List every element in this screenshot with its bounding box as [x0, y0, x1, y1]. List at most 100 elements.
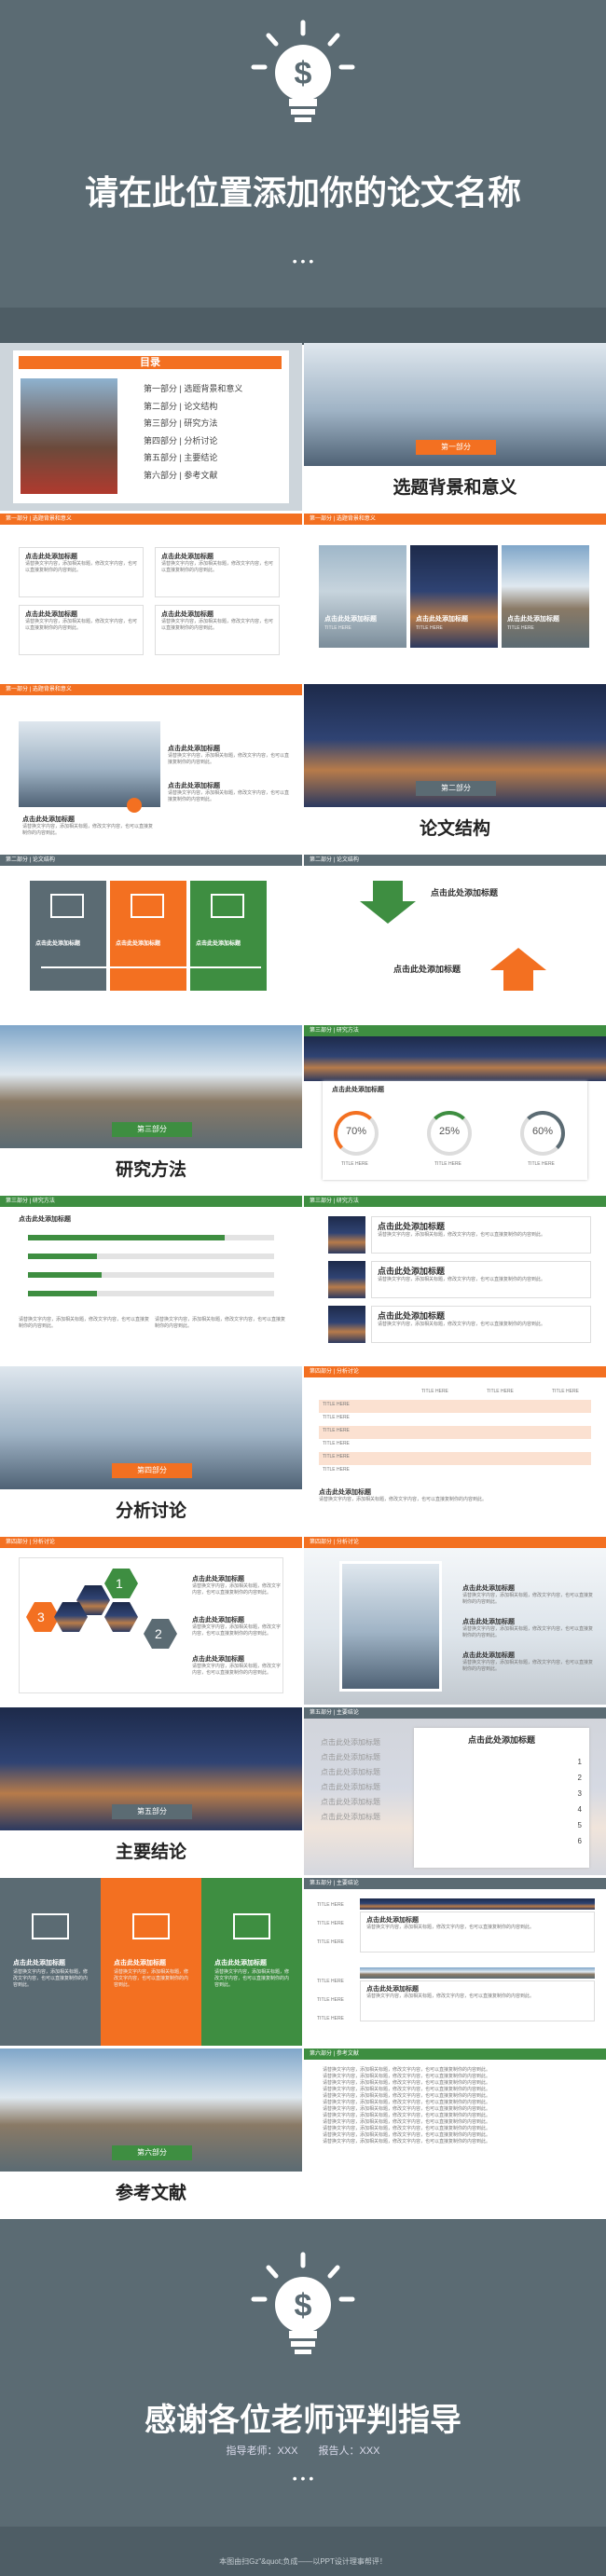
section-badge: 第二部分: [416, 781, 496, 796]
monitor-icon: [211, 894, 244, 918]
list-item: 点击此处添加标题 请替换文字内容，添加相关标题，修改文字内容，也可以直接复制你的内…: [360, 1980, 595, 2021]
slide-photo-list: 第三部分 | 研究方法 点击此处添加标题 请替换文字内容，添加相关标题，修改文字内…: [304, 1196, 606, 1363]
thumb: [328, 1216, 365, 1254]
text-block: 点击此处添加标题 请替换文字内容，添加相关标题，修改文字内容，也可以直接复制你的内…: [192, 1576, 282, 1596]
text-block: 点击此处添加标题 请替换文字内容，添加相关标题，修改文字内容，也可以直接复制你的内…: [168, 746, 290, 765]
slide-hexagons: 第四部分 | 分析讨论 1 3 2 点击此处添加标题 请替换文字内容，添加相关标题…: [0, 1537, 302, 1705]
slide-table: 第四部分 | 分析讨论 TITLE HERE TITLE HERE TITLE …: [304, 1366, 606, 1534]
slide-header: 第三部分 | 研究方法: [0, 1196, 302, 1207]
section-badge: 第三部分: [112, 1122, 192, 1137]
numbered-list: 123456: [577, 1758, 582, 1845]
toc-item: 第三部分 | 研究方法: [144, 418, 218, 428]
text-block: 点击此处添加标题 请替换文字内容，添加相关标题，修改文字内容，也可以直接复制你的内…: [192, 1656, 282, 1676]
slide-header: 第四部分 | 分析讨论: [0, 1537, 302, 1548]
monitor-icon: [32, 1913, 69, 1939]
list-item: 点击此处添加标题 请替换文字内容，添加相关标题，修改文字内容，也可以直接复制你的内…: [371, 1306, 591, 1343]
slide-arrows: 第二部分 | 论文结构 点击此处添加标题 点击此处添加标题: [304, 855, 606, 1022]
slide-header: 第二部分 | 论文结构: [304, 855, 606, 866]
slide-header: 第一部分 | 选题背景和意义: [0, 514, 302, 525]
ending-band: [0, 2527, 606, 2576]
laptop-icon: [132, 1913, 170, 1939]
section2-slide: 第二部分 论文结构: [304, 684, 606, 852]
slide-header: 第三部分 | 研究方法: [304, 1196, 606, 1207]
section-badge: 第六部分: [112, 2145, 192, 2160]
slide-bars: 第三部分 | 研究方法 点击此处添加标题 请替换文字内容，添加相关标题，修改文字…: [0, 1196, 302, 1363]
section-title: 论文结构: [419, 819, 490, 839]
gauge-label: TITLE HERE: [434, 1161, 461, 1167]
gauge-value: 70%: [345, 1126, 367, 1137]
slide-gauges: 第三部分 | 研究方法 点击此处添加标题 70% 25% 60% TITLE H…: [304, 1025, 606, 1193]
slide-three-panels: 第二部分 | 论文结构 点击此处添加标题 点击此处添加标题 点击此处添加标题: [0, 855, 302, 1022]
slide-numbered: 第五部分 | 主要结论 点击此处添加标题 点击此处添加标题 点击此处添加标题 点…: [304, 1707, 606, 1875]
panel-title: 点击此处添加标题: [196, 941, 241, 947]
progress-bar: [28, 1235, 274, 1240]
faded-list: 点击此处添加标题 点击此处添加标题 点击此处添加标题 点击此处添加标题 点击此处…: [321, 1738, 380, 1821]
down-arrow-icon: [360, 881, 416, 924]
gauge-label: TITLE HERE: [528, 1161, 555, 1167]
section-badge: 第四部分: [112, 1463, 192, 1478]
reference-list: 请替换文字内容，添加相关标题，修改文字内容，也可以直接复制你的内容到此。 请替换…: [323, 2067, 491, 2144]
progress-fill: [28, 1254, 97, 1259]
arrow-title: 点击此处添加标题: [393, 965, 461, 974]
toc-item: 第五部分 | 主要结论: [144, 453, 218, 462]
text-block: 点击此处添加标题 请替换文字内容，添加相关标题，修改文字内容，也可以直接复制你的内…: [319, 1489, 488, 1502]
lightbulb-dollar-icon: $: [251, 20, 355, 122]
thumb: [328, 1261, 365, 1298]
arrow-title: 点击此处添加标题: [431, 888, 499, 897]
panel-title: 点击此处添加标题: [332, 1087, 384, 1093]
slide-stacked-banners: 第五部分 | 主要结论 TITLE HERE TITLE HERE TITLE …: [304, 1878, 606, 2046]
progress-fill: [28, 1291, 97, 1296]
text-box: 点击此处添加标题 请替换文字内容，添加相关标题，修改文字内容，也可以直接复制你的内…: [19, 605, 144, 655]
slide-photo-stack: 第四部分 | 分析讨论 点击此处添加标题 请替换文字内容，添加相关标题，修改文字内…: [304, 1537, 606, 1705]
hex-number: 3: [37, 1610, 45, 1624]
section5-slide: 第五部分 主要结论: [0, 1707, 302, 1875]
list-item: 点击此处添加标题 请替换文字内容，添加相关标题，修改文字内容，也可以直接复制你的内…: [360, 1911, 595, 1953]
toc-list: 第一部分 | 选题背景和意义 第二部分 | 论文结构 第三部分 | 研究方法 第…: [144, 380, 242, 484]
panel-title: 点击此处添加标题: [35, 941, 81, 947]
progress-bar: [28, 1254, 274, 1259]
hex-number: 1: [116, 1576, 123, 1591]
section-title: 主要结论: [115, 1843, 186, 1862]
up-arrow-icon: [490, 948, 546, 991]
section-badge: 第五部分: [112, 1804, 192, 1819]
slide-header: 第二部分 | 论文结构: [0, 855, 302, 866]
slide-tri-columns: 点击此处添加标题 点击此处添加标题 点击此处添加标题 请替换文字内容，添加相关标…: [0, 1878, 302, 2046]
slide-header: 第五部分 | 主要结论: [304, 1878, 606, 1889]
slide-header: 第三部分 | 研究方法: [304, 1025, 606, 1036]
text-block: 点击此处添加标题 请替换文字内容，添加相关标题，修改文字内容，也可以直接复制你的内…: [462, 1652, 594, 1672]
laptop-icon: [131, 894, 164, 918]
ending-title: 感谢各位老师评判指导: [145, 2403, 461, 2438]
photo: 点击此处添加标题 TITLE HERE: [410, 545, 498, 648]
bars-note: 请替换文字内容，添加相关标题，修改文字内容，也可以直接复制你的内容到此。: [155, 1317, 286, 1329]
slide-header: 第一部分 | 选题背景和意义: [304, 514, 606, 525]
text-block: 点击此处添加标题 请替换文字内容，添加相关标题，修改文字内容，也可以直接复制你的内…: [192, 1617, 282, 1637]
section-title: 分析讨论: [115, 1501, 186, 1521]
section-title: 选题背景和意义: [393, 478, 517, 498]
slide-photo-text: 第一部分 | 选题背景和意义 点击此处添加标题 请替换文字内容，添加相关标题，修改…: [0, 684, 302, 852]
progress-fill: [28, 1272, 103, 1278]
text-box: 点击此处添加标题 请替换文字内容，添加相关标题，修改文字内容，也可以直接复制你的内…: [155, 547, 280, 597]
photo: 点击此处添加标题 TITLE HERE: [319, 545, 406, 648]
text-box: 点击此处添加标题 请替换文字内容，添加相关标题，修改文字内容，也可以直接复制你的内…: [155, 605, 280, 655]
toc-image: [21, 378, 117, 494]
slide-header: 第六部分 | 参考文献: [304, 2048, 606, 2060]
list-item: 点击此处添加标题 请替换文字内容，添加相关标题，修改文字内容，也可以直接复制你的内…: [371, 1261, 591, 1298]
toc-slide: 目录 第一部分 | 选题背景和意义 第二部分 | 论文结构 第三部分 | 研究方…: [0, 343, 302, 511]
cover-dots: • • •: [292, 253, 314, 268]
monitor-icon: [233, 1913, 270, 1939]
text-block: 点击此处添加标题 请替换文字内容，添加相关标题，修改文字内容，也可以直接复制你的内…: [462, 1585, 594, 1605]
slide-three-photos: 第一部分 | 选题背景和意义 点击此处添加标题 TITLE HERE 点击此处添加…: [304, 514, 606, 681]
toc-heading: 目录: [19, 356, 282, 369]
gauge-label: TITLE HERE: [341, 1161, 368, 1167]
toc-item: 第四部分 | 分析讨论: [144, 435, 218, 445]
section6-slide: 第六部分 参考文献: [0, 2048, 302, 2216]
section-badge: 第一部分: [416, 440, 496, 455]
section-title: 参考文献: [115, 2184, 186, 2203]
double-arrow-icon: [41, 966, 261, 968]
cover-title: 请在此位置添加你的论文名称: [84, 173, 521, 212]
section1-slide: 第一部分 选题背景和意义: [304, 343, 606, 511]
progress-bar: [28, 1291, 274, 1296]
toc-item: 第二部分 | 论文结构: [144, 401, 218, 411]
footer-text: 本图由扫Gz"&quot;负成——以PPT设计理事帮评！: [219, 2557, 387, 2566]
photo: [19, 721, 160, 807]
